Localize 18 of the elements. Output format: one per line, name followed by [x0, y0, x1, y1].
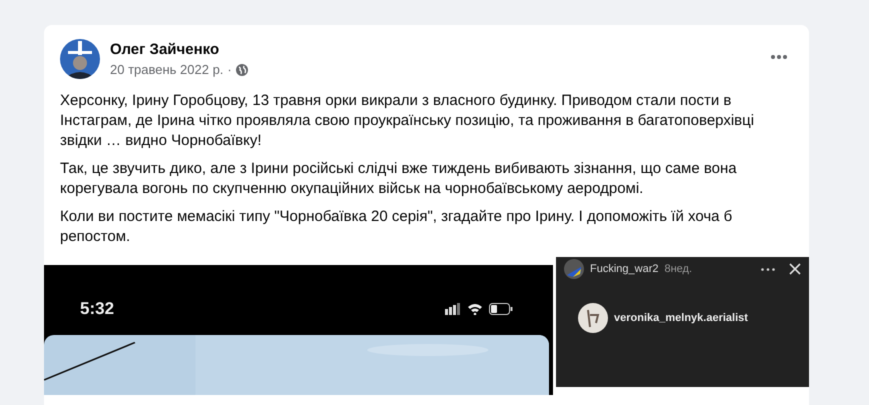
post-date[interactable]: 20 травень 2022 р. — [110, 62, 224, 77]
avatar-icon[interactable] — [60, 39, 100, 79]
wifi-icon — [467, 303, 483, 315]
story-username: Fucking_war2 — [590, 263, 658, 275]
post-paragraph: Так, це звучить дико, але з Ірини російські слідчі вже тиждень вибивають зізнання, що саме вона корегувала вогонь по скупченню окупаційних військ на чорнобаївському аеродромі. — [60, 159, 738, 199]
mention-username: veronika_melnyk.aerialist — [614, 312, 748, 324]
more-options-icon — [761, 268, 775, 270]
separator-dot: · — [227, 62, 232, 77]
close-icon — [789, 263, 801, 275]
post-paragraph: Херсонку, Ірину Горобцову, 13 травня орки викрали з власного будинку. Приводом стали пости в Інстаграм, де Ірина чітко проявляла свою проукраїнську позицію, та проживання в багатоповерхівці звідки … видно Чорнобаївку! — [60, 91, 756, 151]
status-time: 5:32 — [80, 299, 116, 319]
battery-icon — [489, 303, 513, 315]
signal-icon — [445, 303, 461, 315]
author-name[interactable]: Олег Зайченко — [110, 41, 765, 58]
story-age: 8нед. — [664, 263, 694, 275]
phone-screenshot[interactable]: 5:32 — [44, 265, 553, 395]
post-paragraph: Коли ви постите мемасікі типу "Чорнобаївка 20 серія", згадайте про Ірину. І допоможіть їй хоча б репостом. — [60, 207, 734, 247]
story-screenshot[interactable]: Fucking_war2 8нед. veronika_melnyk.aerialist — [556, 257, 809, 387]
